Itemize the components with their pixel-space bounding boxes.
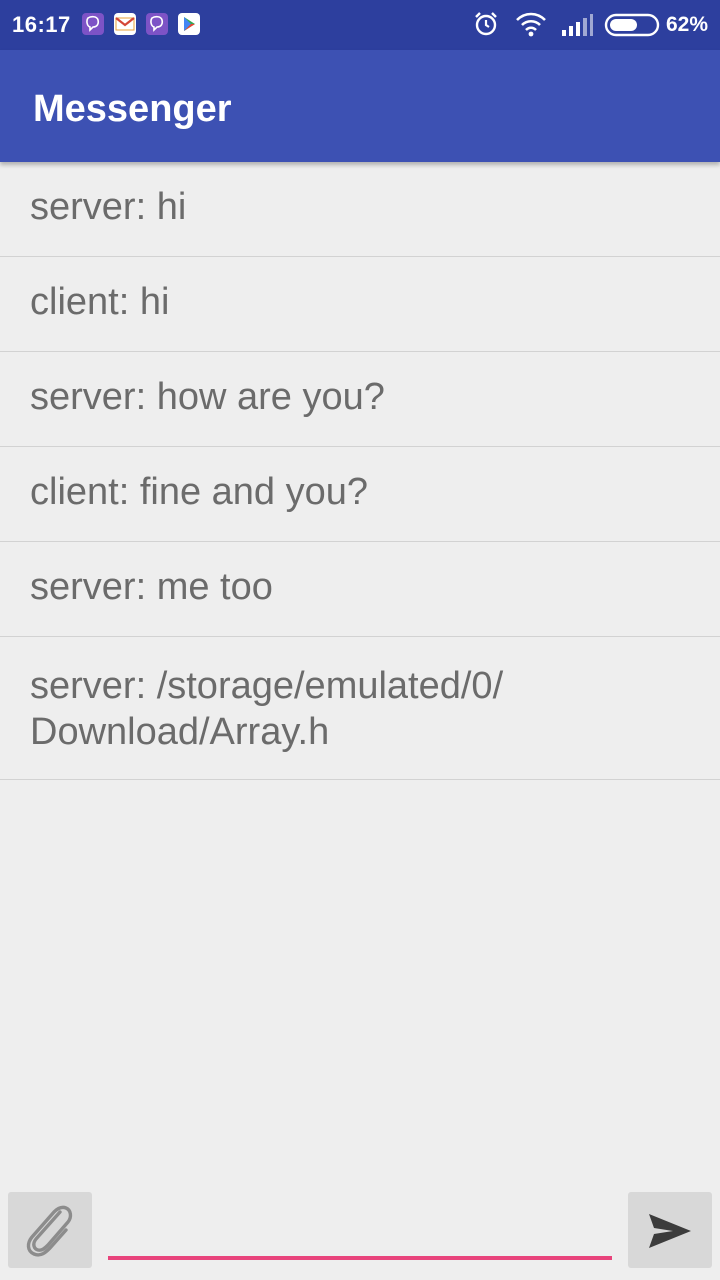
message-list: server: hi client: hi server: how are yo… [0, 162, 720, 780]
attach-button[interactable] [8, 1192, 92, 1268]
message-text: server: me too [30, 566, 273, 608]
list-item[interactable]: server: how are you? [0, 352, 720, 447]
message-input[interactable] [108, 1198, 612, 1260]
send-button[interactable] [628, 1192, 712, 1268]
viber-icon [82, 13, 104, 35]
app-bar: Messenger [0, 50, 720, 162]
wifi-icon [514, 10, 548, 43]
list-item[interactable]: server: /storage/emulated/0/ Download/Ar… [0, 637, 720, 780]
message-text: server: /storage/emulated/0/ Download/Ar… [30, 665, 504, 753]
list-item[interactable]: client: hi [0, 257, 720, 352]
message-text: client: fine and you? [30, 471, 369, 513]
list-item[interactable]: server: hi [0, 162, 720, 257]
list-item[interactable]: server: me too [0, 542, 720, 637]
status-bar: 16:17 62% [0, 0, 720, 50]
status-time: 16:17 [12, 12, 71, 37]
viber-icon [146, 13, 168, 35]
message-text: server: hi [30, 186, 187, 228]
message-text: client: hi [30, 281, 170, 323]
alarm-icon [472, 10, 500, 43]
send-icon [649, 1214, 691, 1248]
message-text: server: how are you? [30, 376, 385, 418]
paperclip-icon [26, 1205, 73, 1257]
app-title: Messenger [33, 88, 232, 130]
battery-icon [604, 12, 662, 43]
battery-percent: 62% [665, 13, 708, 36]
signal-icon [560, 10, 594, 43]
list-item[interactable]: client: fine and you? [0, 447, 720, 542]
gmail-icon [114, 13, 136, 35]
play-store-icon [178, 13, 200, 35]
composer-bar [0, 1190, 720, 1280]
